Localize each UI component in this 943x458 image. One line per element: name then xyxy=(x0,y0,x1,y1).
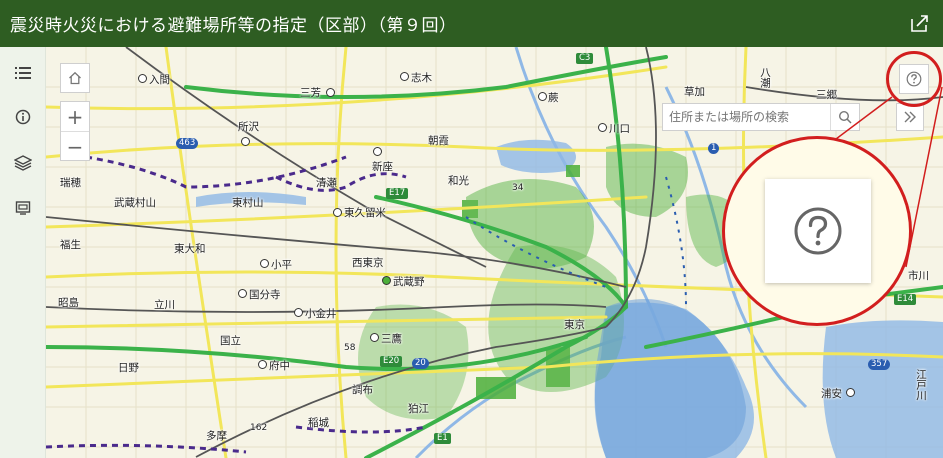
share-icon[interactable] xyxy=(909,12,931,34)
map-view[interactable]: 入間 三芳 志木 蕨 草加 八潮 三郷 所沢 朝霞 川口 瑞穂 清瀬 新座 和光… xyxy=(46,47,943,458)
help-callout-magnifier xyxy=(722,136,912,326)
basemap-gallery-icon[interactable] xyxy=(11,196,35,220)
page-title: 震災時火災における避難場所等の指定（区部）（第９回） xyxy=(10,16,457,36)
layers-icon[interactable] xyxy=(11,151,35,175)
help-icon-large xyxy=(794,207,842,255)
sidebar xyxy=(0,47,46,458)
app-header: 震災時火災における避難場所等の指定（区部）（第９回） xyxy=(0,0,943,47)
help-callout-card xyxy=(765,179,871,283)
info-icon[interactable] xyxy=(11,105,35,129)
legend-list-icon[interactable] xyxy=(11,61,35,85)
